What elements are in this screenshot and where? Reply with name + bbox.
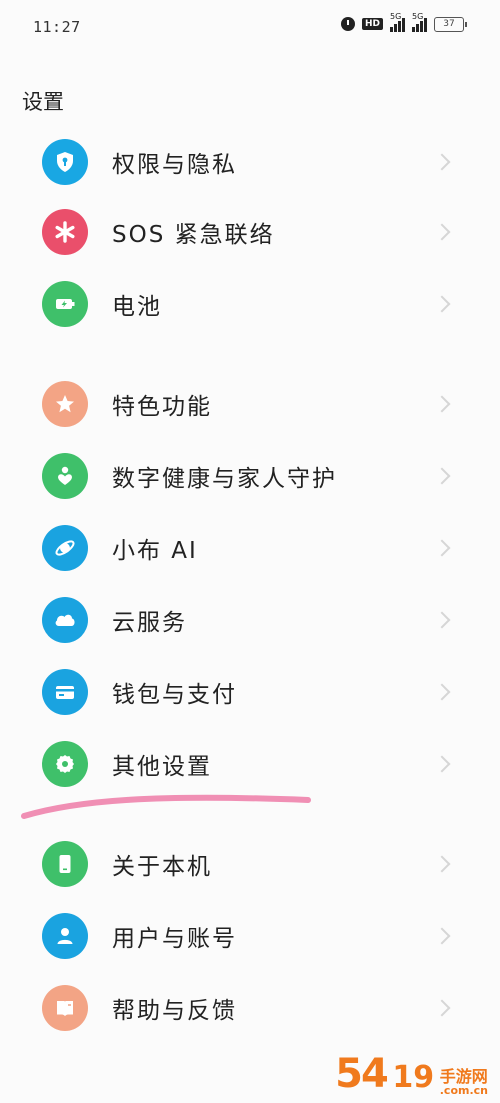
settings-item-label: 电池 xyxy=(112,294,162,320)
alarm-icon xyxy=(340,17,355,31)
user-icon xyxy=(42,913,88,959)
signal-icon: 5G xyxy=(390,12,405,32)
card-icon xyxy=(42,669,88,715)
settings-item-label: 关于本机 xyxy=(112,854,212,880)
status-time: 11:27 xyxy=(33,18,81,36)
chevron-right-icon xyxy=(433,999,451,1017)
person-heart-icon xyxy=(42,453,88,499)
chevron-right-icon xyxy=(433,683,451,701)
chevron-right-icon xyxy=(433,611,451,629)
settings-item-cloud[interactable]: 云服务 xyxy=(0,584,500,656)
chevron-right-icon xyxy=(433,153,451,171)
pink-underline-annotation xyxy=(21,794,311,819)
chevron-right-icon xyxy=(433,223,451,241)
cloud-icon xyxy=(42,597,88,643)
battery-indicator: 37 xyxy=(434,16,467,32)
settings-item-sos[interactable]: SOS 紧急联络 xyxy=(0,196,500,268)
settings-item-label: 其他设置 xyxy=(112,754,212,780)
asterisk-icon xyxy=(42,209,88,255)
settings-item-label: 小布 AI xyxy=(112,538,198,564)
star-icon xyxy=(42,381,88,427)
site-watermark-logo: 54 19 手游网 .com.cn xyxy=(335,1051,488,1097)
orbit-icon xyxy=(42,525,88,571)
settings-item-label: 权限与隐私 xyxy=(112,152,237,178)
settings-item-about-phone[interactable]: 关于本机 xyxy=(0,828,500,900)
chevron-right-icon xyxy=(433,539,451,557)
settings-item-digital-health[interactable]: 数字健康与家人守护 xyxy=(0,440,500,512)
hd-icon: HD xyxy=(361,18,383,30)
page-title: 设置 xyxy=(22,90,64,114)
gear-icon xyxy=(42,741,88,787)
settings-item-battery[interactable]: 电池 xyxy=(0,268,500,340)
chevron-right-icon xyxy=(433,755,451,773)
chevron-right-icon xyxy=(433,295,451,313)
settings-item-label: 用户与账号 xyxy=(112,926,237,952)
status-bar: 11:27 HD 5G 5G 37 xyxy=(0,0,500,56)
chevron-right-icon xyxy=(433,927,451,945)
settings-item-label: 数字健康与家人守护 xyxy=(112,466,337,492)
signal-icon-2: 5G xyxy=(412,12,427,32)
settings-item-wallet[interactable]: 钱包与支付 xyxy=(0,656,500,728)
chevron-right-icon xyxy=(433,855,451,873)
status-icons: HD 5G 5G 37 xyxy=(340,12,467,32)
chevron-right-icon xyxy=(433,395,451,413)
settings-item-label: 云服务 xyxy=(112,610,187,636)
battery-icon xyxy=(42,281,88,327)
settings-item-xiaobu-ai[interactable]: 小布 AI xyxy=(0,512,500,584)
settings-item-label: SOS 紧急联络 xyxy=(112,222,275,248)
settings-item-label: 帮助与反馈 xyxy=(112,998,237,1024)
settings-item-user-accounts[interactable]: 用户与账号 xyxy=(0,900,500,972)
settings-item-label: 钱包与支付 xyxy=(112,682,237,708)
phone-icon xyxy=(42,841,88,887)
settings-item-privacy[interactable]: 权限与隐私 xyxy=(0,126,500,198)
chevron-right-icon xyxy=(433,467,451,485)
settings-item-help-feedback[interactable]: 帮助与反馈 xyxy=(0,972,500,1044)
book-icon xyxy=(42,985,88,1031)
shield-lock-icon xyxy=(42,139,88,185)
settings-item-features[interactable]: 特色功能 xyxy=(0,368,500,440)
settings-item-label: 特色功能 xyxy=(112,394,212,420)
